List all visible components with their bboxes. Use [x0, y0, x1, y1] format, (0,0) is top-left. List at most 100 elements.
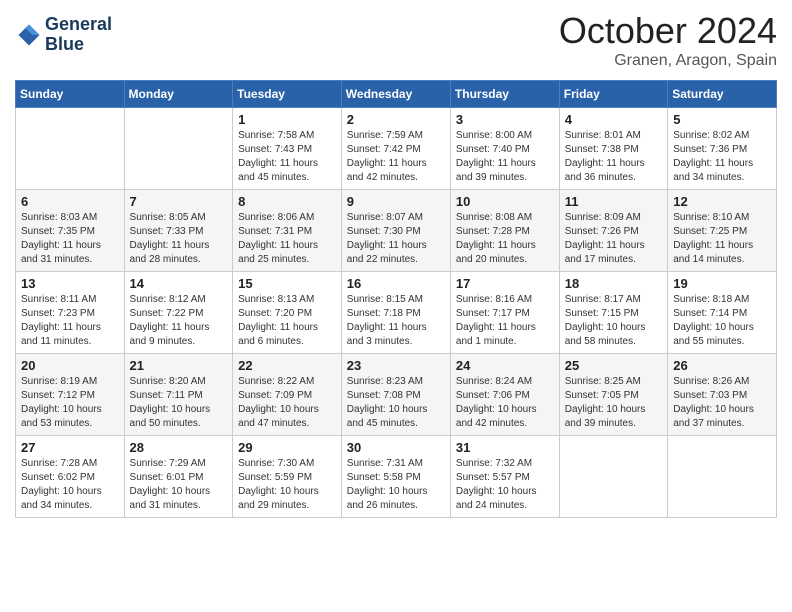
day-info: Sunrise: 8:09 AM Sunset: 7:26 PM Dayligh…: [565, 211, 662, 267]
calendar-cell: 25 Sunrise: 8:25 AM Sunset: 7:05 PM Dayli…: [559, 354, 667, 436]
calendar-week-5: 27Sunrise: 7:28 AM Sunset: 6:02 PM Dayli…: [16, 436, 777, 518]
calendar-cell: 16 Sunrise: 8:15 AM Sunset: 7:18 PM Dayli…: [341, 272, 450, 354]
calendar-cell: 27Sunrise: 7:28 AM Sunset: 6:02 PM Dayli…: [16, 436, 125, 518]
calendar-cell: 18Sunrise: 8:17 AM Sunset: 7:15 PM Dayli…: [559, 272, 667, 354]
day-info: Sunrise: 8:26 AM Sunset: 7:03 PM Dayligh…: [673, 375, 771, 431]
day-number: 10: [456, 194, 554, 209]
day-number: 8: [238, 194, 336, 209]
col-header-thursday: Thursday: [450, 81, 559, 108]
day-info: Sunrise: 8:01 AM Sunset: 7:38 PM Dayligh…: [565, 129, 662, 185]
calendar-cell: 7Sunrise: 8:05 AM Sunset: 7:33 PM Daylig…: [124, 190, 233, 272]
month-title: October 2024: [559, 10, 777, 52]
calendar-cell: 1Sunrise: 7:58 AM Sunset: 7:43 PM Daylig…: [233, 108, 342, 190]
day-number: 23: [347, 358, 445, 373]
page-header: General Blue October 2024 Granen, Aragon…: [15, 10, 777, 70]
calendar-cell: 17 Sunrise: 8:16 AM Sunset: 7:17 PM Dayli…: [450, 272, 559, 354]
day-number: 16: [347, 276, 445, 291]
day-info: Sunrise: 7:58 AM Sunset: 7:43 PM Dayligh…: [238, 129, 336, 185]
calendar-table: SundayMondayTuesdayWednesdayThursdayFrid…: [15, 80, 777, 518]
calendar-week-4: 20Sunrise: 8:19 AM Sunset: 7:12 PM Dayli…: [16, 354, 777, 436]
day-number: 19: [673, 276, 771, 291]
day-info: Sunrise: 8:22 AM Sunset: 7:09 PM Dayligh…: [238, 375, 336, 431]
day-info: Sunrise: 8:07 AM Sunset: 7:30 PM Dayligh…: [347, 211, 445, 267]
day-number: 5: [673, 112, 771, 127]
calendar-header-row: SundayMondayTuesdayWednesdayThursdayFrid…: [16, 81, 777, 108]
day-info: Sunrise: 7:30 AM Sunset: 5:59 PM Dayligh…: [238, 457, 336, 513]
day-number: 21: [130, 358, 228, 373]
calendar-cell: 4Sunrise: 8:01 AM Sunset: 7:38 PM Daylig…: [559, 108, 667, 190]
day-number: 24: [456, 358, 554, 373]
day-number: 30: [347, 440, 445, 455]
calendar-cell: 20Sunrise: 8:19 AM Sunset: 7:12 PM Dayli…: [16, 354, 125, 436]
day-number: 14: [130, 276, 228, 291]
day-info: Sunrise: 8:03 AM Sunset: 7:35 PM Dayligh…: [21, 211, 119, 267]
calendar-cell: 21 Sunrise: 8:20 AM Sunset: 7:11 PM Dayli…: [124, 354, 233, 436]
day-number: 20: [21, 358, 119, 373]
calendar-week-2: 6 Sunrise: 8:03 AM Sunset: 7:35 PM Daylig…: [16, 190, 777, 272]
day-info: Sunrise: 8:12 AM Sunset: 7:22 PM Dayligh…: [130, 293, 228, 349]
day-number: 27: [21, 440, 119, 455]
day-number: 3: [456, 112, 554, 127]
day-info: Sunrise: 8:00 AM Sunset: 7:40 PM Dayligh…: [456, 129, 554, 185]
col-header-sunday: Sunday: [16, 81, 125, 108]
day-number: 29: [238, 440, 336, 455]
day-number: 7: [130, 194, 228, 209]
day-info: Sunrise: 8:13 AM Sunset: 7:20 PM Dayligh…: [238, 293, 336, 349]
day-number: 28: [130, 440, 228, 455]
day-info: Sunrise: 8:16 AM Sunset: 7:17 PM Dayligh…: [456, 293, 554, 349]
day-info: Sunrise: 8:15 AM Sunset: 7:18 PM Dayligh…: [347, 293, 445, 349]
calendar-cell: 30 Sunrise: 7:31 AM Sunset: 5:58 PM Dayli…: [341, 436, 450, 518]
calendar-cell: [16, 108, 125, 190]
day-number: 11: [565, 194, 662, 209]
logo-line2: Blue: [45, 35, 112, 55]
day-number: 31: [456, 440, 554, 455]
calendar-cell: 10Sunrise: 8:08 AM Sunset: 7:28 PM Dayli…: [450, 190, 559, 272]
day-number: 6: [21, 194, 119, 209]
day-info: Sunrise: 8:17 AM Sunset: 7:15 PM Dayligh…: [565, 293, 662, 349]
day-info: Sunrise: 8:06 AM Sunset: 7:31 PM Dayligh…: [238, 211, 336, 267]
calendar-cell: 15 Sunrise: 8:13 AM Sunset: 7:20 PM Dayli…: [233, 272, 342, 354]
calendar-cell: 2Sunrise: 7:59 AM Sunset: 7:42 PM Daylig…: [341, 108, 450, 190]
day-info: Sunrise: 8:02 AM Sunset: 7:36 PM Dayligh…: [673, 129, 771, 185]
calendar-cell: 5 Sunrise: 8:02 AM Sunset: 7:36 PM Daylig…: [668, 108, 777, 190]
day-info: Sunrise: 8:23 AM Sunset: 7:08 PM Dayligh…: [347, 375, 445, 431]
calendar-cell: 9 Sunrise: 8:07 AM Sunset: 7:30 PM Daylig…: [341, 190, 450, 272]
calendar-cell: 13Sunrise: 8:11 AM Sunset: 7:23 PM Dayli…: [16, 272, 125, 354]
calendar-cell: 28 Sunrise: 7:29 AM Sunset: 6:01 PM Dayli…: [124, 436, 233, 518]
col-header-friday: Friday: [559, 81, 667, 108]
day-info: Sunrise: 8:20 AM Sunset: 7:11 PM Dayligh…: [130, 375, 228, 431]
calendar-cell: [559, 436, 667, 518]
calendar-cell: 11 Sunrise: 8:09 AM Sunset: 7:26 PM Dayli…: [559, 190, 667, 272]
calendar-cell: 12Sunrise: 8:10 AM Sunset: 7:25 PM Dayli…: [668, 190, 777, 272]
calendar-cell: 23 Sunrise: 8:23 AM Sunset: 7:08 PM Dayli…: [341, 354, 450, 436]
col-header-tuesday: Tuesday: [233, 81, 342, 108]
calendar-cell: 14 Sunrise: 8:12 AM Sunset: 7:22 PM Dayli…: [124, 272, 233, 354]
day-number: 26: [673, 358, 771, 373]
day-number: 17: [456, 276, 554, 291]
day-number: 15: [238, 276, 336, 291]
day-info: Sunrise: 8:10 AM Sunset: 7:25 PM Dayligh…: [673, 211, 771, 267]
day-number: 25: [565, 358, 662, 373]
calendar-cell: 8 Sunrise: 8:06 AM Sunset: 7:31 PM Daylig…: [233, 190, 342, 272]
col-header-wednesday: Wednesday: [341, 81, 450, 108]
logo-icon: [15, 21, 43, 49]
logo: General Blue: [15, 15, 112, 55]
day-number: 22: [238, 358, 336, 373]
day-number: 9: [347, 194, 445, 209]
logo-line1: General: [45, 15, 112, 35]
calendar-cell: 6 Sunrise: 8:03 AM Sunset: 7:35 PM Daylig…: [16, 190, 125, 272]
day-number: 13: [21, 276, 119, 291]
calendar-week-3: 13Sunrise: 8:11 AM Sunset: 7:23 PM Dayli…: [16, 272, 777, 354]
day-info: Sunrise: 7:32 AM Sunset: 5:57 PM Dayligh…: [456, 457, 554, 513]
calendar-cell: 3 Sunrise: 8:00 AM Sunset: 7:40 PM Daylig…: [450, 108, 559, 190]
col-header-monday: Monday: [124, 81, 233, 108]
calendar-cell: [124, 108, 233, 190]
day-info: Sunrise: 8:25 AM Sunset: 7:05 PM Dayligh…: [565, 375, 662, 431]
title-block: October 2024 Granen, Aragon, Spain: [559, 10, 777, 70]
day-info: Sunrise: 7:31 AM Sunset: 5:58 PM Dayligh…: [347, 457, 445, 513]
day-info: Sunrise: 7:29 AM Sunset: 6:01 PM Dayligh…: [130, 457, 228, 513]
day-info: Sunrise: 8:24 AM Sunset: 7:06 PM Dayligh…: [456, 375, 554, 431]
calendar-cell: 31 Sunrise: 7:32 AM Sunset: 5:57 PM Dayli…: [450, 436, 559, 518]
calendar-cell: 24 Sunrise: 8:24 AM Sunset: 7:06 PM Dayli…: [450, 354, 559, 436]
calendar-week-1: 1Sunrise: 7:58 AM Sunset: 7:43 PM Daylig…: [16, 108, 777, 190]
